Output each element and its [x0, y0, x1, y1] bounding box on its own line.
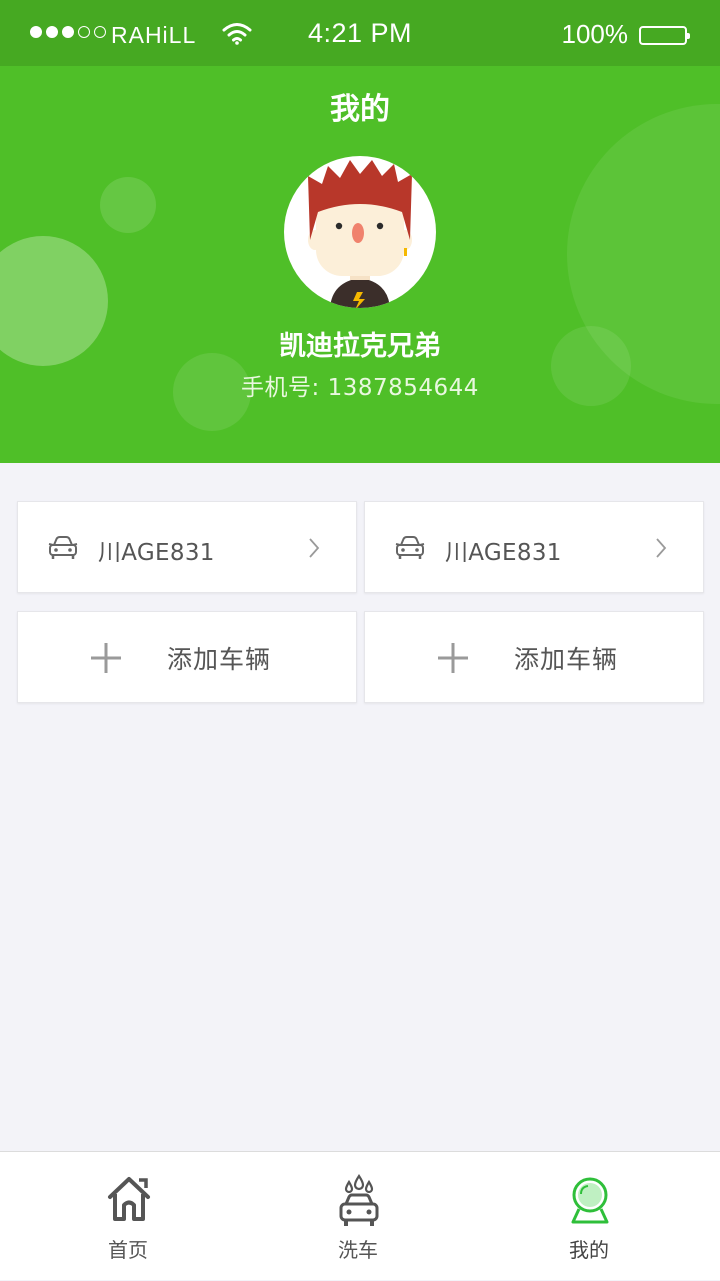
tab-mine[interactable]: 我的	[469, 1152, 709, 1281]
license-plate: 川AGE831	[98, 540, 215, 566]
car-icon	[395, 535, 425, 565]
add-vehicle-button[interactable]: 添加车辆	[17, 611, 357, 703]
tab-car-wash[interactable]: 洗车	[238, 1152, 478, 1281]
avatar[interactable]	[284, 156, 436, 308]
car-wash-icon	[336, 1174, 382, 1234]
add-vehicle-label: 添加车辆	[514, 645, 619, 674]
vehicle-card[interactable]: 川AGE831	[17, 501, 357, 593]
add-vehicle-button[interactable]: 添加车辆	[364, 611, 704, 703]
plus-icon	[90, 642, 122, 678]
tab-car-wash-label: 洗车	[338, 1238, 378, 1262]
page-title: 我的	[330, 92, 390, 127]
car-icon	[48, 535, 78, 565]
add-vehicle-label: 添加车辆	[167, 645, 272, 674]
user-name: 凯迪拉克兄弟	[279, 331, 441, 362]
phone-number-row: 手机号: 1387854644	[0, 368, 720, 402]
phone-number: 1387854644	[327, 375, 479, 401]
status-bar: RAHiLL 4:21 PM 100%	[0, 0, 720, 66]
profile-icon	[567, 1174, 613, 1230]
chevron-right-icon	[308, 537, 320, 563]
license-plate: 川AGE831	[445, 540, 562, 566]
plus-icon	[437, 642, 469, 678]
vehicle-card[interactable]: 川AGE831	[364, 501, 704, 593]
tab-home[interactable]: 首页	[8, 1152, 248, 1281]
profile-header: 我的 凯迪拉克兄弟 手机号: 1387854644	[0, 66, 720, 463]
decorative-bubble	[100, 177, 156, 233]
tab-home-label: 首页	[108, 1238, 148, 1262]
chevron-right-icon	[655, 537, 667, 563]
battery-icon	[639, 26, 690, 45]
home-icon	[106, 1174, 152, 1228]
battery-percentage: 100%	[561, 19, 629, 49]
tab-mine-label: 我的	[569, 1238, 609, 1262]
bottom-tab-bar: 首页 洗车 我的	[0, 1151, 720, 1280]
phone-label: 手机号:	[241, 375, 320, 401]
